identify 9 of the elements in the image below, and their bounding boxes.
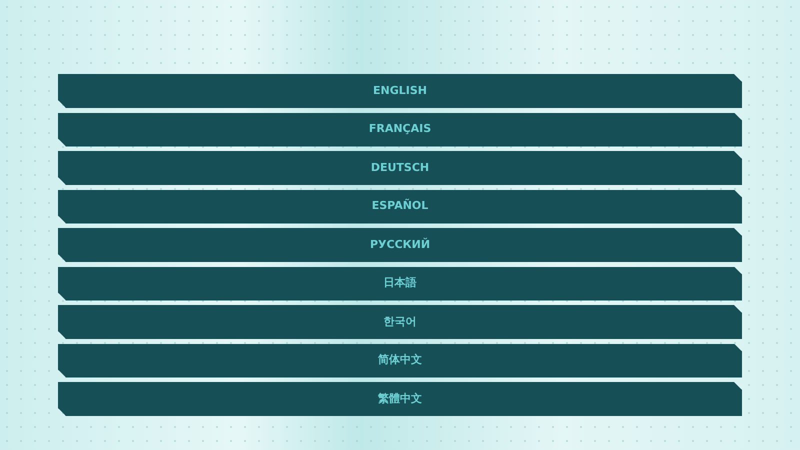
language-button[interactable]: 한국어 [58,305,742,339]
language-button[interactable]: 日本語 [58,266,742,300]
language-button[interactable]: РУССКИЙ [58,228,742,262]
language-button[interactable]: 繁體中文 [58,382,742,416]
language-button[interactable]: ESPAÑOL [58,190,742,224]
language-button[interactable]: ENGLISH [58,74,742,108]
language-button[interactable]: 简体中文 [58,344,742,378]
language-button[interactable]: FRANÇAIS [58,112,742,146]
language-button[interactable]: DEUTSCH [58,151,742,185]
